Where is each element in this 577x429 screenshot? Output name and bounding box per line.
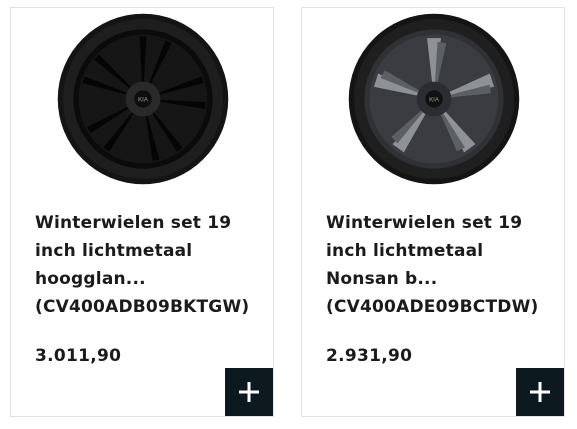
add-to-cart-button[interactable] [225,368,273,416]
plus-icon [239,382,259,402]
wheel-image[interactable]: KIA [56,12,230,186]
product-title[interactable]: Winterwielen set 19 inch lichtmetaal Non… [326,209,556,321]
svg-text:KIA: KIA [429,97,440,104]
product-grid: KIA Winterwielen set 19 inch lichtmetaal… [0,0,577,429]
svg-text:KIA: KIA [138,97,149,104]
product-card[interactable]: KIA Winterwielen set 19 inch lichtmetaal… [301,7,565,417]
product-price: 3.011,90 [35,346,122,366]
product-price: 2.931,90 [326,346,413,366]
product-title[interactable]: Winterwielen set 19 inch lichtmetaal hoo… [35,209,265,321]
wheel-image[interactable]: KIA [347,12,521,186]
product-card[interactable]: KIA Winterwielen set 19 inch lichtmetaal… [10,7,274,417]
add-to-cart-button[interactable] [516,368,564,416]
plus-icon [530,382,550,402]
